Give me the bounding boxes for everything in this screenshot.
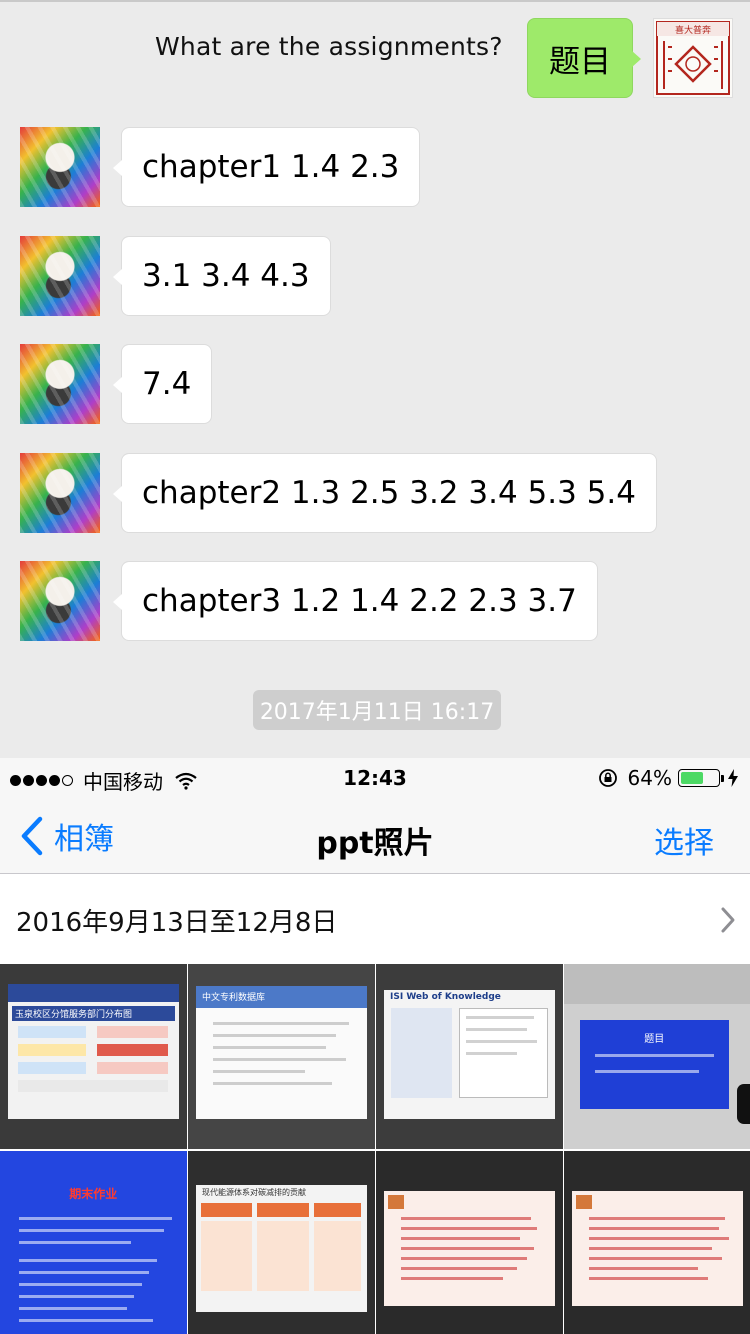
incoming-message-row: 3.1 3.4 4.3 [0, 236, 750, 316]
incoming-message-row: chapter2 1.3 2.5 3.2 3.4 5.3 5.4 [0, 453, 750, 533]
incoming-message-bubble[interactable]: 3.1 3.4 4.3 [113, 236, 331, 316]
photo-thumbnail[interactable]: 中文专利数据库 [188, 964, 375, 1149]
select-button[interactable]: 选择 [654, 818, 714, 862]
sender-avatar[interactable] [20, 453, 100, 533]
photo-thumbnail[interactable]: 期末作业 [0, 1151, 187, 1334]
battery-tip [721, 774, 724, 782]
divider [0, 0, 750, 2]
incoming-message-row: 7.4 [0, 344, 750, 424]
moment-section-header[interactable]: 2016年9月13日至12月8日 [0, 874, 750, 964]
chevron-right-icon [721, 907, 735, 933]
photo-thumbnail[interactable]: 题目 [564, 964, 750, 1149]
photo-thumbnail[interactable]: ISI Web of Knowledge [376, 964, 563, 1149]
photo-thumbnail[interactable]: 玉泉校区分馆服务部门分布图 [0, 964, 187, 1149]
sender-avatar[interactable] [20, 344, 100, 424]
svg-text:喜大普奔: 喜大普奔 [675, 24, 711, 36]
incoming-message-bubble[interactable]: chapter1 1.4 2.3 [112, 127, 421, 207]
slide-title: 题目 [644, 1034, 665, 1045]
date-range-label: 2016年9月13日至12月8日 [16, 908, 338, 938]
chevron-left-icon [21, 816, 43, 856]
sender-avatar[interactable] [20, 561, 100, 641]
battery-percent: 64% [627, 766, 672, 790]
seal-stamp-icon: 喜大普奔 [656, 21, 730, 95]
chat-view: What are the assignments? 题目 喜大普奔 chapte… [0, 0, 750, 758]
photo-thumbnail[interactable] [376, 1151, 563, 1334]
rotation-lock-icon [598, 769, 617, 787]
slide-title: 期末作业 [69, 1187, 118, 1201]
sender-avatar[interactable] [20, 127, 100, 207]
incoming-message-bubble[interactable]: chapter3 1.2 1.4 2.2 2.3 3.7 [113, 561, 598, 641]
photo-thumbnail[interactable]: 现代能源体系对碳减排的贡献 [188, 1151, 375, 1334]
incoming-message-row: chapter3 1.2 1.4 2.2 2.3 3.7 [0, 561, 750, 641]
message-timestamp: 2017年1月11日 16:17 [253, 690, 501, 730]
charging-bolt-icon [728, 769, 738, 787]
sender-avatar[interactable] [20, 236, 100, 316]
overlay-caption: What are the assignments? [155, 32, 503, 61]
battery-level [681, 772, 704, 784]
outgoing-message-bubble[interactable]: 题目 [527, 18, 641, 98]
back-button[interactable]: 相簿 [20, 814, 114, 858]
slide-title: ISI Web of Knowledge [390, 992, 501, 1002]
slide-title: 玉泉校区分馆服务部门分布图 [12, 1006, 175, 1021]
battery-icon [678, 769, 720, 787]
incoming-message-bubble[interactable]: chapter2 1.3 2.5 3.2 3.4 5.3 5.4 [113, 453, 657, 533]
photo-grid: 玉泉校区分馆服务部门分布图 中文专利数据库 ISI Web of Knowled… [0, 964, 750, 1334]
photos-album-screenshot[interactable]: 中国移动 12:43 64% 相簿 ppt照片 选择 2016年9月13日至12… [0, 758, 750, 1334]
status-right: 64% [598, 766, 738, 790]
my-avatar[interactable]: 喜大普奔 [653, 18, 733, 98]
navigation-bar: 相簿 ppt照片 选择 [0, 798, 750, 874]
photo-thumbnail[interactable] [564, 1151, 750, 1334]
incoming-message-bubble[interactable]: 7.4 [112, 344, 213, 424]
incoming-message-row: chapter1 1.4 2.3 [0, 127, 750, 207]
slide-title: 现代能源体系对碳减排的贡献 [202, 1188, 306, 1197]
slide-title: 中文专利数据库 [202, 993, 266, 1003]
status-bar: 中国移动 12:43 64% [0, 758, 750, 798]
back-label: 相簿 [54, 822, 114, 857]
